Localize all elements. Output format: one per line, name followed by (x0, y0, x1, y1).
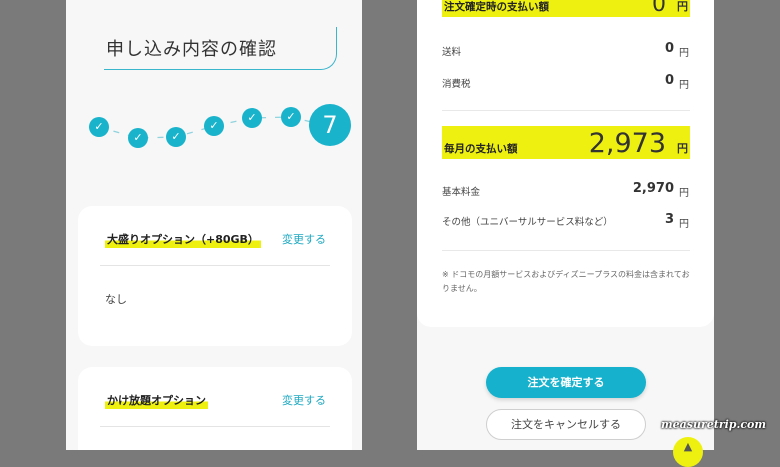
consumption-tax-value: 0 (664, 73, 674, 88)
step-2-check-icon: ✓ (128, 128, 148, 148)
yen-unit: 円 (677, 0, 688, 13)
initial-payment-amount: 0 (652, 0, 666, 17)
monthly-payment-amount: 2,973 (588, 128, 666, 159)
step-5-check-icon: ✓ (242, 108, 262, 128)
base-fee-label: 基本料金 (442, 187, 481, 198)
monthly-payment-label: 毎月の支払い額 (444, 143, 518, 155)
progress-stepper: ✓ ✓ ✓ ✓ ✓ ✓ 7 (66, 95, 362, 155)
other-fees-value: 3 (664, 212, 674, 227)
current-step-indicator: 7 (309, 104, 351, 146)
cancel-order-button[interactable]: 注文をキャンセルする (486, 409, 646, 440)
base-fee-value: 2,970 (632, 181, 674, 196)
right-screen: 注文確定時の支払い額 0 円 送料 0 円 消費税 0 円 毎月の支払い額 2,… (417, 0, 714, 450)
step-1-check-icon: ✓ (89, 117, 109, 137)
option-value: なし (105, 293, 127, 306)
yen-unit: 円 (679, 48, 689, 59)
shipping-value: 0 (664, 41, 674, 56)
step-4-check-icon: ✓ (204, 116, 224, 136)
confirm-order-button[interactable]: 注文を確定する (486, 367, 646, 398)
scroll-to-top-button[interactable]: ▲ (673, 437, 703, 467)
step-6-check-icon: ✓ (281, 107, 301, 127)
section-divider (442, 110, 690, 111)
section-divider (442, 250, 690, 251)
consumption-tax-label: 消費税 (442, 79, 471, 90)
site-watermark: measuretrip.com (661, 418, 766, 431)
initial-payment-row: 注文確定時の支払い額 0 円 (442, 0, 690, 17)
page-title: 申し込み内容の確認 (106, 39, 277, 60)
monthly-payment-row: 毎月の支払い額 2,973 円 (442, 126, 690, 159)
initial-payment-label: 注文確定時の支払い額 (444, 1, 549, 13)
page-title-frame: 申し込み内容の確認 (104, 27, 337, 70)
change-option-link[interactable]: 変更する (282, 392, 326, 408)
card-divider (100, 426, 330, 427)
yen-unit: 円 (677, 142, 688, 155)
yen-unit: 円 (679, 219, 689, 230)
option-card-unlimited-calls: かけ放題オプション 変更する (78, 367, 352, 450)
yen-unit: 円 (679, 80, 689, 91)
yen-unit: 円 (679, 188, 689, 199)
option-card-large-data: 大盛りオプション（+80GB） 変更する なし (78, 206, 352, 346)
option-title: かけ放題オプション (105, 392, 208, 409)
shipping-label: 送料 (442, 47, 462, 58)
step-3-check-icon: ✓ (166, 127, 186, 147)
fee-disclaimer-note: ※ ドコモの月額サービスおよびディズニープラスの料金は含まれておりません。 (442, 270, 690, 293)
card-divider (100, 265, 330, 266)
option-title: 大盛りオプション（+80GB） (105, 231, 261, 248)
other-fees-label: その他（ユニバーサルサービス料など） (442, 217, 613, 228)
change-option-link[interactable]: 変更する (282, 231, 326, 247)
left-screen: 申し込み内容の確認 ✓ ✓ ✓ ✓ ✓ ✓ 7 大盛りオプション（+80GB） … (66, 0, 362, 450)
payment-summary-card: 注文確定時の支払い額 0 円 送料 0 円 消費税 0 円 毎月の支払い額 2,… (417, 0, 714, 327)
chevron-up-icon: ▲ (683, 440, 693, 453)
